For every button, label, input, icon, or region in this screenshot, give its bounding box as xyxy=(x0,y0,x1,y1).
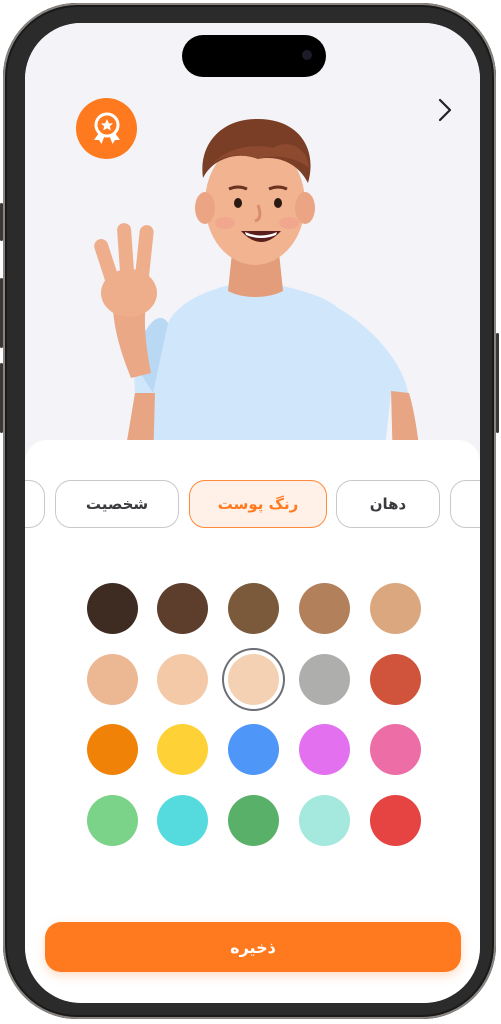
screen: شخصیت رنگ پوست دهان ذخیره xyxy=(25,23,480,1003)
tab-label: شخصیت xyxy=(85,495,149,513)
color-swatch[interactable] xyxy=(157,583,208,634)
tab-partial-right[interactable] xyxy=(450,480,480,528)
color-swatch[interactable] xyxy=(87,795,138,846)
side-button xyxy=(0,278,3,348)
color-swatch[interactable] xyxy=(87,724,138,775)
color-swatch[interactable] xyxy=(370,654,421,705)
side-button xyxy=(496,333,499,433)
color-swatch[interactable] xyxy=(157,724,208,775)
tab-skin-color[interactable]: رنگ پوست xyxy=(189,480,327,528)
tab-partial-left[interactable] xyxy=(25,480,45,528)
avatar-character xyxy=(94,118,421,465)
tab-personality[interactable]: شخصیت xyxy=(55,480,179,528)
color-swatch[interactable] xyxy=(299,583,350,634)
side-button xyxy=(0,203,3,241)
customization-sheet: شخصیت رنگ پوست دهان ذخیره xyxy=(25,440,480,1003)
chevron-right-icon[interactable] xyxy=(435,97,455,123)
color-swatch[interactable] xyxy=(370,795,421,846)
save-button-label: ذخیره xyxy=(230,937,276,957)
color-swatch[interactable] xyxy=(157,654,208,705)
category-tabs: شخصیت رنگ پوست دهان xyxy=(25,480,480,532)
side-button xyxy=(0,363,3,433)
color-swatch[interactable] xyxy=(370,583,421,634)
avatar-preview-area xyxy=(25,23,480,465)
color-swatch[interactable] xyxy=(87,654,138,705)
color-swatch[interactable] xyxy=(157,795,208,846)
color-swatch[interactable] xyxy=(228,795,279,846)
color-swatch[interactable] xyxy=(299,795,350,846)
color-swatch[interactable] xyxy=(87,583,138,634)
save-button[interactable]: ذخیره xyxy=(45,922,461,972)
tab-label: رنگ پوست xyxy=(217,495,299,513)
color-swatch[interactable] xyxy=(228,654,279,705)
phone-frame: شخصیت رنگ پوست دهان ذخیره xyxy=(0,3,499,1019)
tab-label: دهان xyxy=(369,495,407,513)
color-swatch[interactable] xyxy=(370,724,421,775)
color-swatch[interactable] xyxy=(299,654,350,705)
color-swatch[interactable] xyxy=(299,724,350,775)
dynamic-island xyxy=(182,35,326,77)
color-swatch[interactable] xyxy=(228,724,279,775)
tab-mouth[interactable]: دهان xyxy=(336,480,440,528)
color-swatch[interactable] xyxy=(228,583,279,634)
